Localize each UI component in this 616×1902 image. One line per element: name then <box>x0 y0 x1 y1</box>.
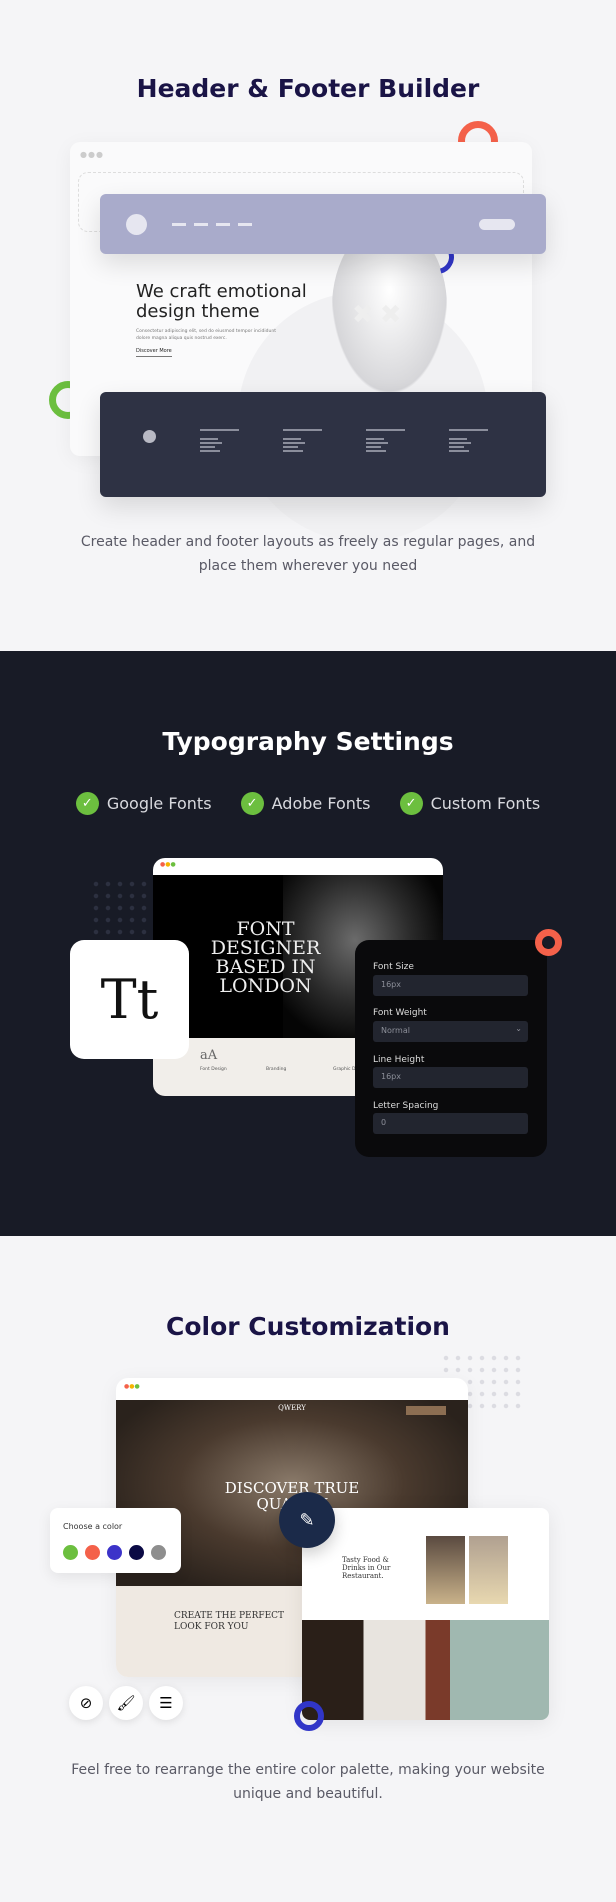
window-bar: ●●● <box>124 1383 140 1390</box>
swatches <box>63 1545 173 1564</box>
check-icon: ✓ <box>240 792 264 815</box>
feature-adobe-fonts: ✓ Adobe Fonts <box>240 792 371 815</box>
window-bar: ●●● <box>153 858 443 875</box>
line-height-label: Line Height <box>373 1055 425 1065</box>
check-icon: ✓ <box>75 792 99 815</box>
button-placeholder <box>479 219 515 230</box>
font-weight-select[interactable]: Normal ⌄ <box>373 1021 528 1042</box>
eyedropper-button[interactable]: ✎ <box>279 1492 335 1548</box>
typography-panel: Font Size 16px Font Weight Normal ⌄ Line … <box>355 940 547 1157</box>
section-title: Typography Settings <box>162 727 454 756</box>
hero-serif-text: FONT DESIGNER BASED IN LONDON <box>210 918 321 997</box>
section-caption: Feel free to rearrange the entire color … <box>71 1762 545 1802</box>
color-picker-card: Choose a color <box>50 1508 181 1573</box>
sliders-icon: ☰ <box>159 1694 173 1712</box>
chef-image <box>426 1536 465 1604</box>
card-heading: Tasty Food & Drinks in Our Restaurant. <box>342 1556 391 1580</box>
decor-dots <box>90 878 152 938</box>
font-weight-label: Font Weight <box>373 1008 427 1018</box>
font-size-label: Font Size <box>373 962 414 972</box>
section-title: Header & Footer Builder <box>136 74 480 103</box>
menu-card: Tasty Food & Drinks in Our Restaurant. <box>302 1508 549 1720</box>
service-font-design: Font Design <box>200 1067 227 1072</box>
hero-text: Consectetur adipiscing elit, sed do eius… <box>136 329 276 341</box>
settings-sliders-button[interactable]: ☰ <box>149 1686 183 1720</box>
brush-button[interactable]: 🖌 <box>109 1686 143 1720</box>
typography-section: Typography Settings ✓ Google Fonts ✓ Adobe… <box>0 651 616 1236</box>
section-caption: Create header and footer layouts as free… <box>80 534 536 574</box>
swatch-blue[interactable] <box>107 1545 122 1560</box>
letter-spacing-label: Letter Spacing <box>373 1101 439 1111</box>
decor-ring-blue <box>294 1701 324 1731</box>
section-title: Color Customization <box>166 1312 450 1341</box>
swatch-gray[interactable] <box>151 1545 166 1560</box>
footer-bar <box>100 392 546 497</box>
no-color-icon: ⊘ <box>79 1694 93 1712</box>
font-size-input[interactable]: 16px <box>373 975 528 996</box>
brush-icon: 🖌 <box>116 1694 136 1712</box>
line-height-input[interactable]: 16px <box>373 1067 528 1088</box>
dishes-image <box>469 1536 508 1604</box>
swatch-green[interactable] <box>63 1545 78 1560</box>
x-eyes: ✖✖ <box>352 300 408 330</box>
service-branding: Branding <box>266 1067 287 1072</box>
check-icon: ✓ <box>399 792 423 815</box>
feature-custom-fonts: ✓ Custom Fonts <box>399 792 540 815</box>
picker-label: Choose a color <box>63 1522 123 1531</box>
discover-more-link[interactable]: Discover More <box>136 348 172 357</box>
feature-google-fonts: ✓ Google Fonts <box>75 792 212 815</box>
food-gallery <box>302 1620 549 1720</box>
type-icon-card: Tt <box>70 940 189 1059</box>
decor-ring-red <box>535 929 562 956</box>
chevron-down-icon: ⌄ <box>515 1024 522 1033</box>
swatch-navy[interactable] <box>129 1545 144 1560</box>
color-section: Color Customization ●●● QWERY DISCOVER T… <box>0 1236 616 1902</box>
logo-placeholder <box>126 214 147 235</box>
header-footer-section: Header & Footer Builder ●●● ✖✖ We craft … <box>0 0 616 651</box>
features-heading: CREATE THE PERFECT LOOK FOR YOU <box>174 1611 285 1632</box>
swatch-red[interactable] <box>85 1545 100 1560</box>
book-button[interactable] <box>406 1406 446 1415</box>
color-toggle-button[interactable]: ⊘ <box>69 1686 103 1720</box>
type-icon: Tt <box>100 968 159 1031</box>
header-bar <box>100 194 546 254</box>
footer-logo-placeholder <box>143 430 156 443</box>
window-dots: ●●● <box>80 150 104 159</box>
eyedropper-icon: ✎ <box>299 1509 315 1531</box>
menu-placeholder <box>172 223 254 226</box>
letter-spacing-input[interactable]: 0 <box>373 1113 528 1134</box>
font-features: ✓ Google Fonts ✓ Adobe Fonts ✓ Custom Fonts <box>0 792 616 815</box>
hero-heading: We craft emotional design theme <box>136 281 307 322</box>
font-icon: aA <box>200 1048 218 1063</box>
